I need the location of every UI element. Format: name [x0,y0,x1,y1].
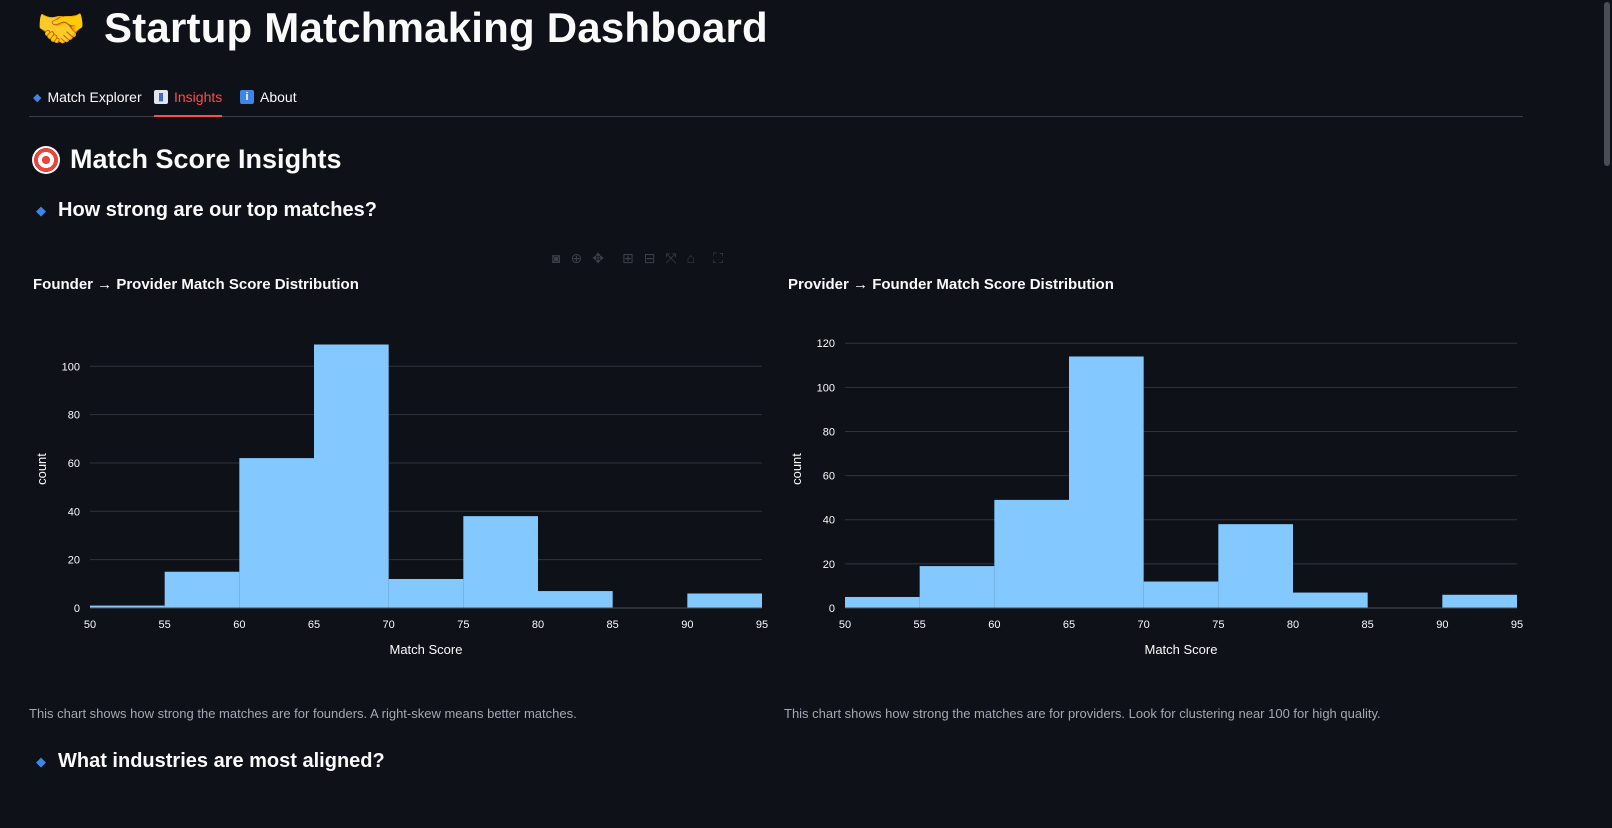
diamond-icon: ◆ [36,202,46,218]
y-tick-label: 40 [823,515,835,527]
x-tick-label: 55 [914,619,926,631]
histogram-bar [388,578,464,608]
provider-histogram[interactable]: 0 20 40 60 80 100 120 50 55 60 65 70 75 80 85 90 95 Match… [775,320,1545,680]
tab-about[interactable]: i About [240,78,297,116]
histogram-bar [687,593,762,608]
zoom-icon[interactable]: ⊕ [570,250,582,267]
y-tick-label: 20 [68,555,80,567]
x-tick-label: 55 [159,619,171,631]
x-tick-label: 50 [839,619,851,631]
histogram-bar [1069,356,1144,608]
y-tick-label: 80 [823,426,835,438]
info-icon: i [240,90,254,104]
x-tick-label: 65 [1063,619,1075,631]
y-axis-label: count [789,453,804,485]
histogram-bar [164,571,240,608]
x-tick-label: 95 [756,619,768,631]
histogram-bar [1293,592,1368,608]
tab-match-explorer[interactable]: ◆ Match Explorer [33,78,142,116]
y-tick-label: 60 [68,458,80,470]
subheader-industries: ◆ What industries are most aligned? [36,750,385,773]
x-tick-label: 85 [1362,619,1374,631]
y-axis-label: count [34,453,49,485]
tab-label: About [260,89,297,105]
histogram-bar [1442,594,1517,608]
x-tick-label: 90 [1436,619,1448,631]
subheader-text: What industries are most aligned? [58,750,385,772]
diamond-icon: ◆ [33,91,42,104]
x-tick-label: 60 [233,619,245,631]
x-tick-label: 75 [457,619,469,631]
x-tick-label: 80 [1287,619,1299,631]
subheader-text: How strong are our top matches? [58,199,377,221]
home-icon[interactable]: ⌂ [687,250,695,267]
tab-insights[interactable]: ▮ Insights [154,78,223,117]
y-tick-label: 60 [823,471,835,483]
handshake-icon: 🤝 [36,6,87,51]
camera-icon[interactable]: ◙ [552,250,560,267]
diamond-icon: ◆ [36,753,46,769]
x-tick-label: 75 [1212,619,1224,631]
tab-label: Match Explorer [47,89,142,105]
x-tick-label: 70 [1138,619,1150,631]
y-tick-label: 0 [74,603,80,615]
tab-label: Insights [174,88,223,105]
x-tick-label: 70 [383,619,395,631]
y-tick-label: 20 [823,559,835,571]
y-tick-label: 120 [817,338,835,350]
histogram-bar [1218,524,1293,608]
fullscreen-icon[interactable]: ⛶ [713,250,723,267]
x-tick-label: 85 [607,619,619,631]
histogram-bar [994,499,1069,608]
histogram-bar [239,458,314,608]
x-tick-label: 95 [1511,619,1523,631]
x-tick-label: 50 [84,619,96,631]
y-tick-label: 0 [829,603,835,615]
chart-title-provider: Provider → Founder Match Score Distribut… [788,276,1114,293]
x-axis-label: Match Score [1145,642,1218,657]
app-title: 🤝 Startup Matchmaking Dashboard [36,4,768,52]
x-axis-label: Match Score [390,642,463,657]
x-tick-label: 80 [532,619,544,631]
x-tick-label: 60 [988,619,1000,631]
y-tick-label: 80 [68,410,80,422]
target-icon [32,145,60,174]
caption-founder: This chart shows how strong the matches … [29,706,577,721]
histogram-bar [919,566,995,608]
zoom-out-icon[interactable]: ⊟ [644,250,656,267]
histogram-bar [1143,581,1219,608]
histogram-bar [314,344,389,608]
histogram-bar [538,591,613,608]
autoscale-icon[interactable]: ⤧ [665,250,676,267]
chart-toolbar: ◙ ⊕ ✥ ⊞ ⊟ ⤧ ⌂ ⛶ [552,250,723,267]
histogram-bar [463,516,538,608]
y-tick-label: 100 [62,361,80,373]
x-tick-label: 65 [308,619,320,631]
tab-bar: ◆ Match Explorer ▮ Insights i About [29,78,1523,117]
chart-title-founder: Founder → Provider Match Score Distribut… [33,276,359,293]
bar-chart-icon: ▮ [154,89,168,104]
y-tick-label: 40 [68,506,80,518]
scrollbar-thumb[interactable] [1604,2,1610,166]
subheader-top-matches: ◆ How strong are our top matches? [36,199,377,222]
caption-provider: This chart shows how strong the matches … [784,706,1381,721]
app-title-text: Startup Matchmaking Dashboard [104,4,768,51]
y-tick-label: 100 [817,382,835,394]
x-tick-label: 90 [681,619,693,631]
histogram-bar [845,596,920,608]
section-title-text: Match Score Insights [70,144,342,174]
founder-histogram[interactable]: 0 20 40 60 80 100 50 55 60 65 70 75 80 85 90 95 Match Sc… [20,320,790,680]
zoom-in-icon[interactable]: ⊞ [622,250,634,267]
section-title: Match Score Insights [32,144,342,175]
pan-icon[interactable]: ✥ [592,250,604,267]
scrollbar[interactable] [1600,0,1612,828]
